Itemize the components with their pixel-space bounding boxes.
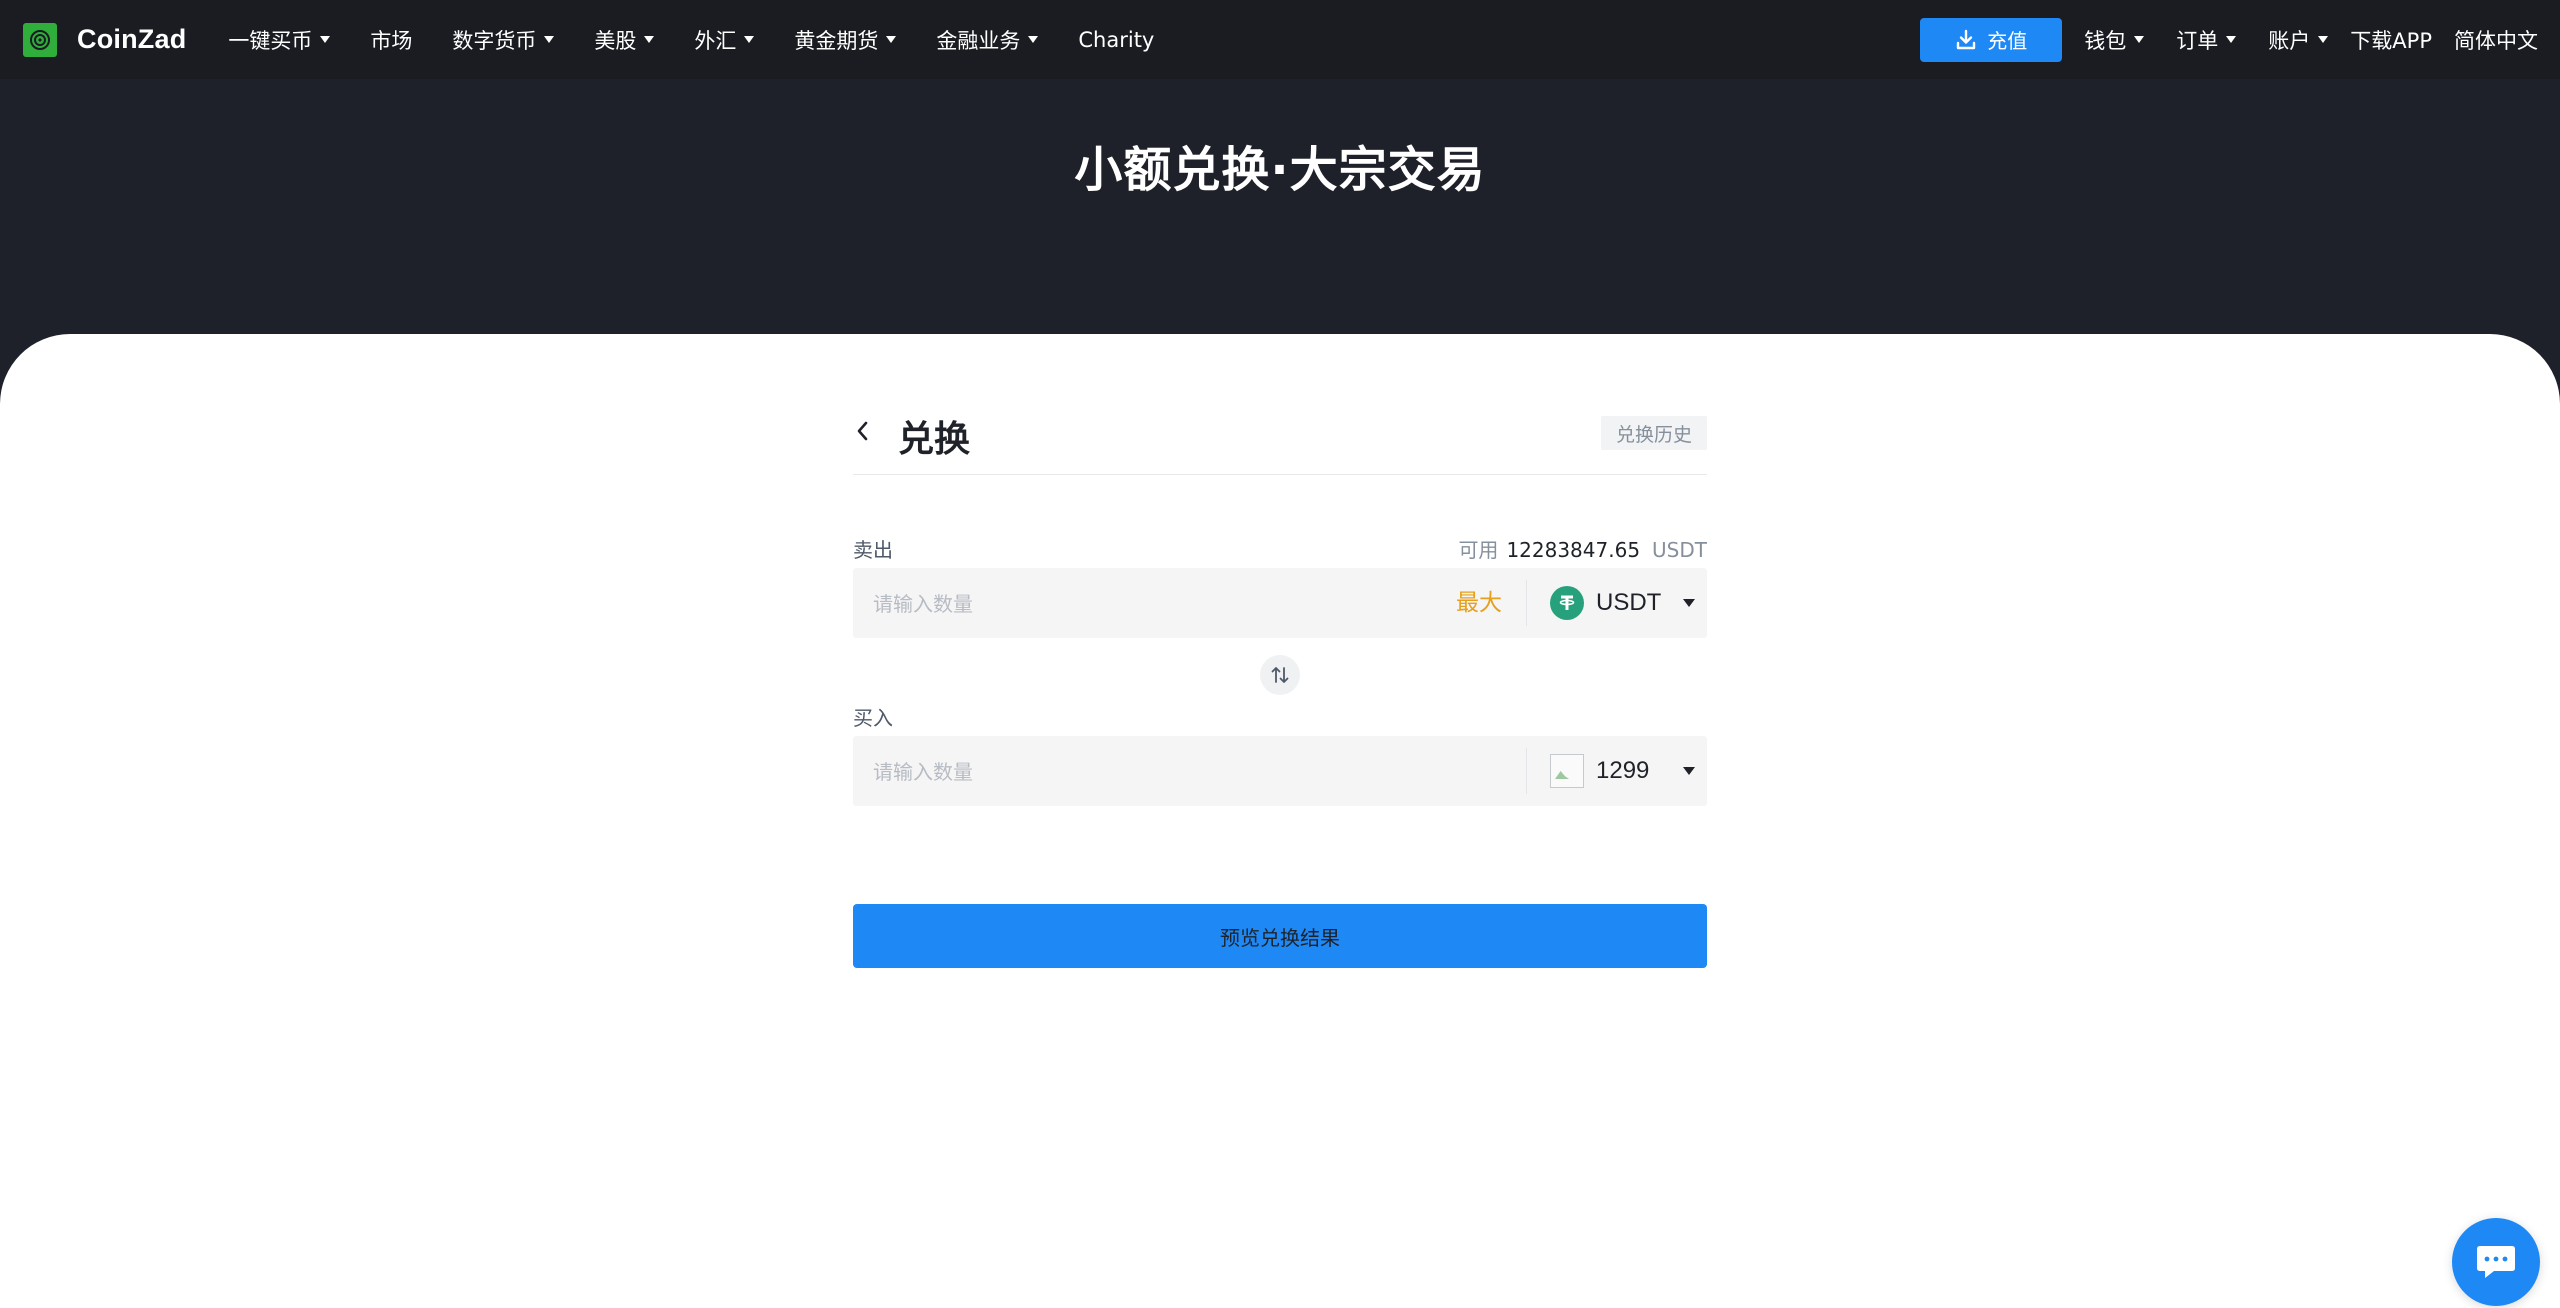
broken-image-icon <box>1550 754 1584 788</box>
coinzad-logo-icon <box>23 22 57 57</box>
tether-icon <box>1550 586 1584 620</box>
buy-coin-name: 1299 <box>1596 757 1650 784</box>
caret-down-icon <box>1683 767 1695 775</box>
caret-down-icon <box>544 36 555 43</box>
nav-item-label: 钱包 <box>2084 28 2127 53</box>
nav-item-wallet[interactable]: 钱包 <box>2084 25 2145 55</box>
nav-item-label: 账户 <box>2268 28 2311 53</box>
nav-item-label: 一键买币 <box>228 28 313 53</box>
download-icon <box>1957 29 1976 49</box>
sell-amount-input[interactable] <box>871 568 1435 640</box>
swap-vertical-icon <box>1271 667 1289 683</box>
nav-item-crypto[interactable]: 数字货币 <box>452 25 555 55</box>
nav-item-quick-buy[interactable]: 一键买币 <box>228 25 331 55</box>
nav-item-label: 数字货币 <box>452 28 537 53</box>
nav-item-label: Charity <box>1078 27 1155 52</box>
nav-item-label: 下载APP <box>2350 28 2432 53</box>
deposit-label: 充值 <box>1987 29 2028 53</box>
chevron-left-icon[interactable] <box>853 418 873 444</box>
available-balance: 可用 12283847.65 USDT <box>1458 534 1707 563</box>
logo[interactable]: CoinZad <box>23 22 187 57</box>
swap-button[interactable] <box>1260 655 1300 695</box>
exchange-history-button[interactable]: 兑换历史 <box>1600 416 1707 450</box>
page-title: 兑换 <box>898 419 971 460</box>
divider <box>1526 748 1527 794</box>
buy-label: 买入 <box>853 706 893 730</box>
preview-exchange-button[interactable]: 预览兑换结果 <box>853 904 1707 968</box>
nav-item-label: 市场 <box>370 28 413 53</box>
top-nav-bar: CoinZad 一键买币 市场 数字货币 美股 外汇 黄金期货 金融业务 Cha… <box>0 0 2560 79</box>
caret-down-icon <box>2226 36 2237 43</box>
language-selector[interactable]: 简体中文 <box>2454 25 2538 55</box>
hero-title: 小额兑换·大宗交易 <box>1074 142 1486 198</box>
nav-right: 充值 钱包 订单 账户 下载APP 简体中文 <box>1920 0 2560 79</box>
main-nav: 一键买币 市场 数字货币 美股 外汇 黄金期货 金融业务 Charity <box>228 0 1194 79</box>
exchange-header: 兑换 兑换历史 <box>853 404 1707 475</box>
sell-coin-select[interactable]: USDT <box>1550 568 1707 638</box>
caret-down-icon <box>1028 36 1039 43</box>
sell-coin-name: USDT <box>1596 589 1662 616</box>
language-label: 简体中文 <box>2454 28 2538 53</box>
buy-input-box: 1299 <box>853 736 1707 808</box>
caret-down-icon <box>2318 36 2329 43</box>
nav-item-us-stocks[interactable]: 美股 <box>594 25 655 55</box>
deposit-button[interactable]: 充值 <box>1920 17 2063 62</box>
chat-support-button[interactable] <box>2452 1218 2540 1306</box>
buy-coin-select[interactable]: 1299 <box>1550 736 1707 806</box>
content-panel: 兑换 兑换历史 卖出 可用 12283847.65 USDT 最大 USDT <box>0 334 2560 1308</box>
available-prefix: 可用 <box>1458 538 1499 562</box>
caret-down-icon <box>744 36 755 43</box>
caret-down-icon <box>320 36 331 43</box>
nav-item-download-app[interactable]: 下载APP <box>2350 25 2432 55</box>
nav-item-label: 订单 <box>2176 28 2219 53</box>
chat-bubble-icon <box>2477 1246 2515 1278</box>
nav-item-account[interactable]: 账户 <box>2268 25 2329 55</box>
nav-item-forex[interactable]: 外汇 <box>694 25 755 55</box>
nav-item-finance[interactable]: 金融业务 <box>936 25 1039 55</box>
nav-item-charity[interactable]: Charity <box>1078 28 1154 52</box>
caret-down-icon <box>886 36 897 43</box>
available-unit: USDT <box>1652 538 1707 562</box>
buy-amount-input[interactable] <box>871 736 1435 808</box>
sell-input-box: 最大 USDT <box>853 568 1707 640</box>
available-amount: 12283847.65 <box>1506 538 1641 562</box>
divider <box>1526 580 1527 626</box>
nav-item-label: 黄金期货 <box>794 28 879 53</box>
brand-name: CoinZad <box>77 24 187 54</box>
nav-item-label: 外汇 <box>694 28 737 53</box>
caret-down-icon <box>1683 599 1695 607</box>
caret-down-icon <box>2134 36 2145 43</box>
sell-label: 卖出 <box>853 538 893 562</box>
nav-item-label: 金融业务 <box>936 28 1021 53</box>
max-button[interactable]: 最大 <box>1456 568 1502 638</box>
nav-item-gold-futures[interactable]: 黄金期货 <box>794 25 897 55</box>
nav-item-market[interactable]: 市场 <box>370 25 412 55</box>
nav-item-orders[interactable]: 订单 <box>2176 25 2237 55</box>
caret-down-icon <box>644 36 655 43</box>
nav-item-label: 美股 <box>594 28 637 53</box>
